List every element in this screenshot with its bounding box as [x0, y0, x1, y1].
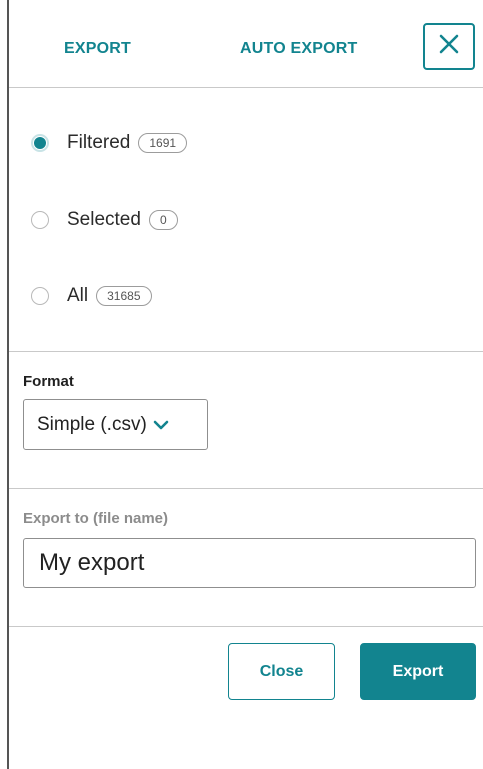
close-x-icon — [438, 33, 460, 60]
format-label: Format — [23, 373, 74, 390]
close-button[interactable]: Close — [228, 643, 335, 700]
count-badge-all: 31685 — [96, 286, 152, 306]
export-button[interactable]: Export — [360, 643, 476, 700]
format-select[interactable]: Simple (.csv) — [23, 399, 208, 450]
radio-label-filtered: Filtered — [67, 132, 131, 153]
radio-button-selected[interactable] — [31, 211, 49, 229]
header-divider — [9, 87, 483, 88]
radio-option-filtered[interactable]: Filtered 1691 — [31, 129, 188, 157]
format-divider — [9, 488, 483, 489]
count-badge-selected: 0 — [148, 210, 178, 230]
format-select-value: Simple (.csv) — [37, 413, 147, 435]
chevron-down-icon — [153, 419, 169, 431]
close-panel-button[interactable] — [423, 23, 475, 70]
file-name-input[interactable] — [23, 538, 476, 588]
tab-bar: EXPORT AUTO EXPORT — [9, 0, 483, 86]
tab-export[interactable]: EXPORT — [64, 40, 131, 58]
tab-auto-export[interactable]: AUTO EXPORT — [240, 40, 357, 58]
radio-option-all[interactable]: All 31685 — [31, 282, 152, 310]
export-panel: EXPORT AUTO EXPORT Filtered 1691 Selecte… — [0, 0, 483, 769]
actions-divider — [9, 626, 483, 627]
scope-divider — [9, 351, 483, 352]
export-to-label: Export to (file name) — [23, 510, 169, 527]
radio-label-all: All — [67, 285, 89, 306]
count-badge-filtered: 1691 — [138, 133, 188, 153]
radio-button-filtered[interactable] — [31, 134, 49, 152]
radio-button-all[interactable] — [31, 287, 49, 305]
radio-label-selected: Selected — [67, 209, 141, 230]
radio-option-selected[interactable]: Selected 0 — [31, 206, 178, 234]
panel-left-border — [7, 0, 9, 769]
